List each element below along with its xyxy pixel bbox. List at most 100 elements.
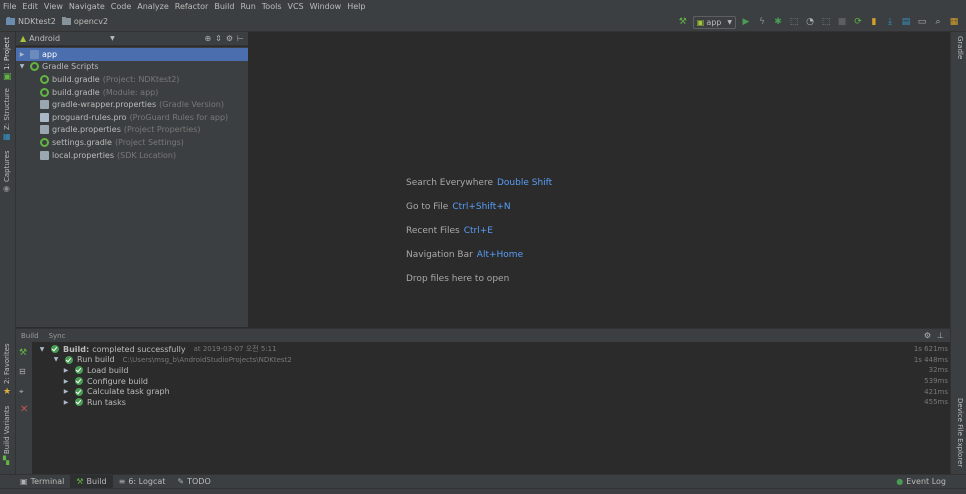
run-configuration-select[interactable]: ▣ app ▼ (692, 15, 736, 29)
hide-panel-icon[interactable]: ⊥ (937, 331, 944, 340)
success-check-icon (75, 366, 83, 375)
expand-right-icon[interactable]: ▶ (62, 388, 70, 395)
expand-right-icon[interactable]: ▶ (62, 399, 70, 406)
captures-icon[interactable]: ◉ (3, 184, 13, 194)
event-log-button[interactable]: ● Event Log (890, 475, 952, 489)
project-tool-icon[interactable]: ▣ (3, 72, 13, 82)
breadcrumb-project[interactable]: NDKtest2 (0, 12, 56, 32)
sdk-manager-icon[interactable]: ⤓ (884, 16, 896, 28)
apply-changes-icon[interactable]: ϟ (756, 16, 768, 28)
menu-edit[interactable]: Edit (22, 2, 38, 11)
bottom-tab-label: TODO (187, 477, 211, 486)
sync-gradle-icon[interactable]: ⟳ (852, 16, 864, 28)
menu-window[interactable]: Window (310, 2, 342, 11)
build-tree-row[interactable]: ▼ Build: completed successfully at 2019-03-… (32, 344, 950, 355)
run-icon[interactable]: ▶ (740, 16, 752, 28)
tab-build-variants[interactable]: Build Variants (3, 406, 11, 454)
tab-device-file-explorer[interactable]: Device File Explorer (956, 398, 964, 467)
tab-captures[interactable]: Captures (3, 151, 11, 182)
gear-icon[interactable]: ⚙ (924, 331, 931, 340)
structure-icon[interactable]: ▦ (3, 132, 13, 142)
favorites-icon[interactable]: ★ (3, 387, 13, 397)
tab-todo[interactable]: ✎ TODO (171, 475, 216, 489)
tree-item[interactable]: local.properties (SDK Location) (16, 149, 248, 162)
tab-structure[interactable]: Z: Structure (3, 88, 11, 130)
tree-item[interactable]: proguard-rules.pro (ProGuard Rules for ap… (16, 111, 248, 124)
menu-build[interactable]: Build (214, 2, 234, 11)
breadcrumb-folder-label: opencv2 (73, 17, 109, 26)
tree-item[interactable]: settings.gradle (Project Settings) (16, 136, 248, 149)
expand-right-icon[interactable]: ▶ (62, 378, 70, 385)
coverage-icon[interactable]: ⬚ (820, 16, 832, 28)
build-row-label: Run build (77, 355, 115, 365)
rebuild-icon[interactable]: ⚒ (19, 348, 27, 358)
toggle-view-icon[interactable]: ⊟ (19, 367, 26, 376)
build-row-detail: C:\Users\msg_b\AndroidStudioProjects\NDK… (122, 355, 292, 364)
build-tree-row[interactable]: ▶ Load build 32ms (32, 365, 950, 376)
tree-item[interactable]: gradle-wrapper.properties (Gradle Version… (16, 98, 248, 111)
logcat-icon: ≡ (118, 477, 126, 486)
tree-item[interactable]: gradle.properties (Project Properties) (16, 124, 248, 137)
tree-item[interactable]: ▼ Gradle Scripts (16, 61, 248, 74)
build-tree-row[interactable]: ▼ Run build C:\Users\msg_b\AndroidStudioPr… (32, 355, 950, 366)
expand-down-icon[interactable]: ▼ (52, 356, 60, 363)
menu-vcs[interactable]: VCS (288, 2, 304, 11)
tab-favorites[interactable]: 2: Favorites (3, 343, 11, 384)
tree-item[interactable]: ▶ app (16, 48, 248, 61)
search-icon[interactable]: ⌕ (932, 16, 944, 28)
android-assistant-icon[interactable]: ▦ (948, 16, 960, 28)
menu-tools[interactable]: Tools (262, 2, 282, 11)
menu-file[interactable]: File (3, 2, 16, 11)
build-tree-row[interactable]: ▶ Run tasks 455ms (32, 397, 950, 408)
stop-icon[interactable]: ■ (836, 16, 848, 28)
tree-item[interactable]: build.gradle (Module: app) (16, 86, 248, 99)
tab-terminal[interactable]: ▣ Terminal (14, 475, 70, 489)
editor-area[interactable] (248, 32, 950, 328)
tab-gradle[interactable]: Gradle (956, 36, 964, 59)
tab-logcat[interactable]: ≡ 6: Logcat (113, 475, 172, 489)
gear-icon[interactable]: ⚙ (226, 34, 233, 43)
attach-debugger-icon[interactable]: ⬚ (788, 16, 800, 28)
avd-manager-icon[interactable]: ▮ (868, 16, 880, 28)
expand-right-icon[interactable]: ▶ (18, 51, 26, 58)
expand-right-icon[interactable]: ▶ (62, 367, 70, 374)
tree-item[interactable]: build.gradle (Project: NDKtest2) (16, 73, 248, 86)
debug-icon[interactable]: ✱ (772, 16, 784, 28)
tab-build[interactable]: ⚒ Build (70, 474, 113, 489)
tab-project[interactable]: 1: Project (3, 37, 11, 70)
close-icon[interactable]: ✕ (20, 404, 28, 415)
collapse-all-icon[interactable]: ⇕ (215, 34, 222, 43)
editor-hint-shortcut: Ctrl+E (463, 226, 493, 236)
breadcrumb-project-label: NDKtest2 (18, 17, 56, 26)
menu-code[interactable]: Code (111, 2, 131, 11)
build-tree-row[interactable]: ▶ Configure build 539ms (32, 376, 950, 387)
folder-icon (30, 49, 39, 59)
make-project-icon[interactable]: ⚒ (677, 16, 689, 28)
expand-down-icon[interactable]: ▼ (18, 63, 26, 70)
build-variants-icon[interactable]: ▚ (3, 456, 13, 466)
device-manager-icon[interactable]: ▭ (916, 16, 928, 28)
profile-icon[interactable]: ◔ (804, 16, 816, 28)
menu-bar: File Edit View Navigate Code Analyze Refactor B… (0, 0, 966, 12)
success-check-icon (51, 345, 59, 354)
menu-refactor[interactable]: Refactor (175, 2, 209, 11)
build-tree-row[interactable]: ▶ Calculate task graph 421ms (32, 386, 950, 397)
hide-panel-icon[interactable]: ⊢ (237, 34, 244, 43)
build-row-label: Load build (87, 365, 129, 375)
project-view-select[interactable]: Android (29, 34, 60, 43)
menu-analyze[interactable]: Analyze (137, 2, 169, 11)
editor-hint-label: Navigation Bar (406, 250, 473, 260)
breadcrumb-folder[interactable]: opencv2 (56, 12, 108, 32)
gradle-icon (40, 87, 49, 97)
menu-navigate[interactable]: Navigate (69, 2, 105, 11)
tab-build-output[interactable]: Build (21, 332, 39, 340)
layout-inspector-icon[interactable]: ▤ (900, 16, 912, 28)
menu-view[interactable]: View (44, 2, 63, 11)
menu-help[interactable]: Help (347, 2, 365, 11)
scroll-from-source-icon[interactable]: ⊕ (204, 34, 211, 43)
expand-down-icon[interactable]: ▼ (38, 346, 46, 353)
chevron-down-icon[interactable]: ▼ (110, 35, 115, 42)
menu-run[interactable]: Run (240, 2, 255, 11)
pin-icon[interactable]: ⌖ (19, 387, 24, 397)
tab-sync[interactable]: Sync (49, 332, 66, 340)
